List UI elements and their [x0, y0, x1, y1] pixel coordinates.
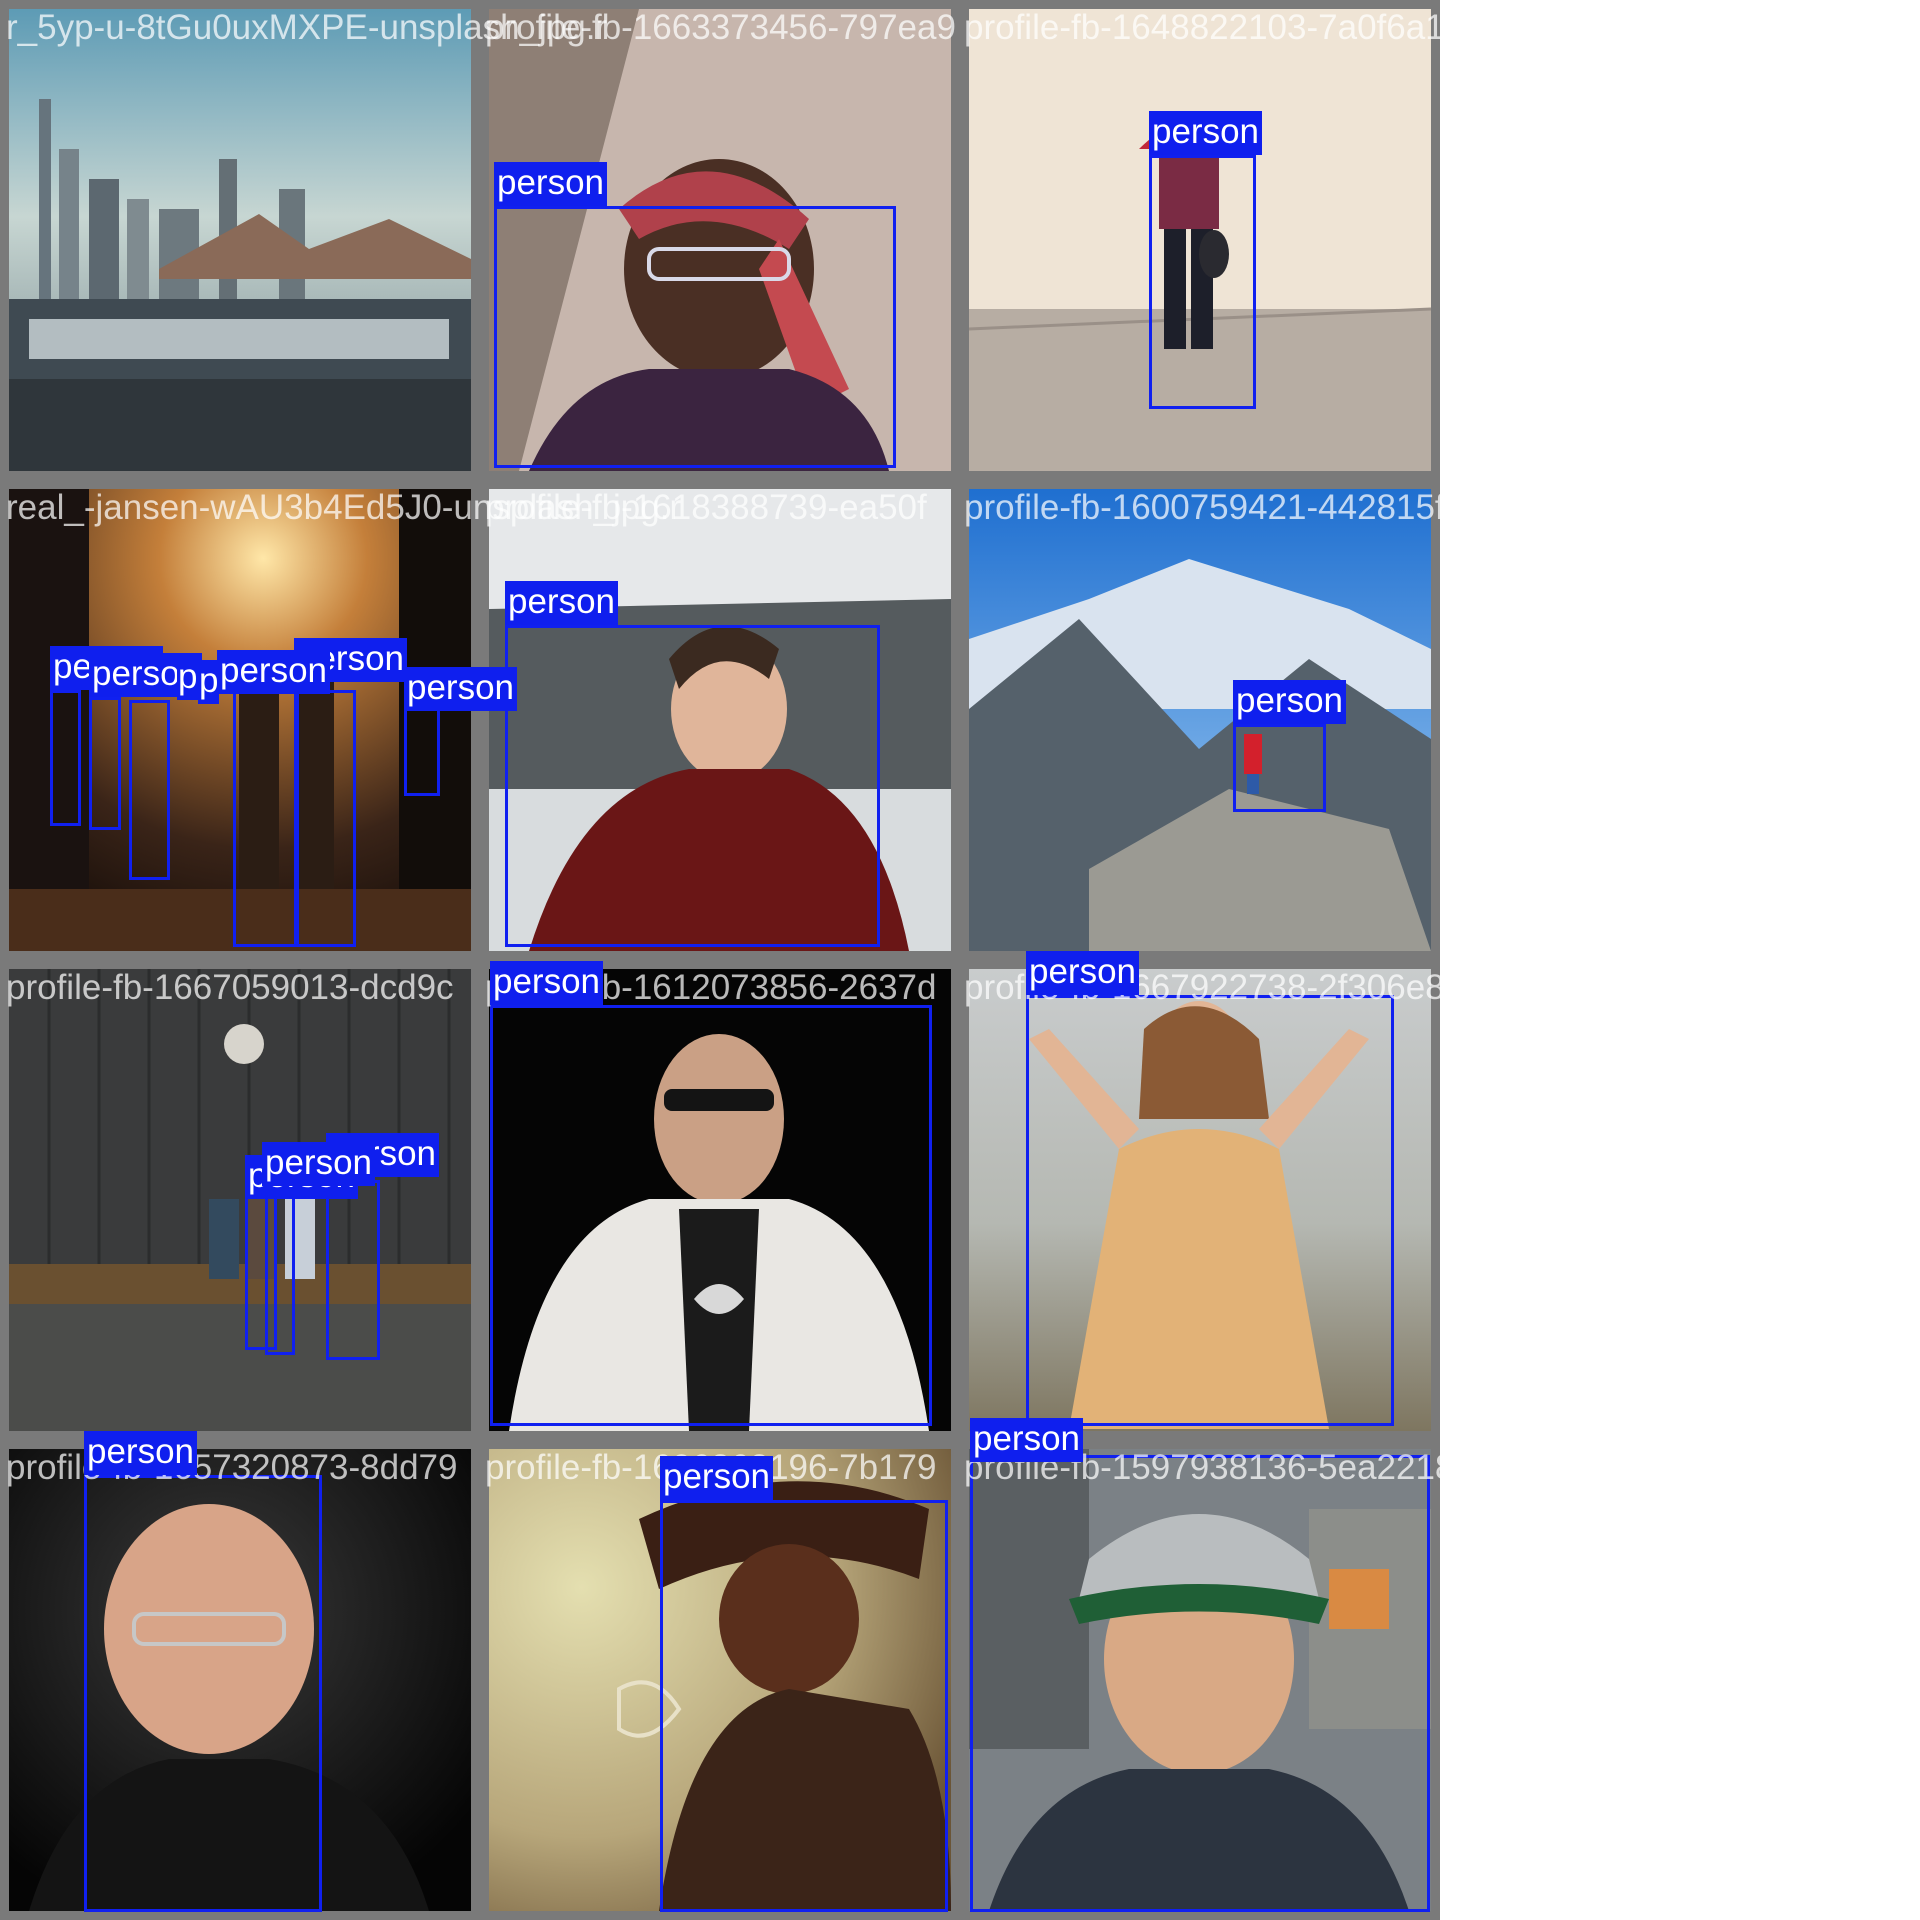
- tile-photo: [489, 1449, 951, 1911]
- tile-photo: [489, 969, 951, 1431]
- detection-label: person: [1233, 680, 1347, 724]
- mosaic-tile: [480, 480, 960, 960]
- mosaic-tile: [480, 960, 960, 1440]
- mosaic-tile: [480, 0, 960, 480]
- tile-photo: [489, 9, 951, 471]
- mosaic-tile: [960, 480, 1440, 960]
- detection-label: person: [84, 1431, 198, 1475]
- tile-photo: [969, 1449, 1431, 1911]
- tile-photo: [9, 9, 471, 471]
- detection-label: person: [1026, 951, 1140, 995]
- tile-photo: [969, 969, 1431, 1431]
- detection-mosaic: r_5yp-u-8tGu0uxMXPE-unsplash_jpg.r profi…: [0, 0, 1920, 1920]
- detection-label: person: [262, 1142, 376, 1186]
- tile-photo: [9, 969, 471, 1431]
- detection-label: person: [217, 650, 331, 694]
- mosaic-tile: [960, 0, 1440, 480]
- detection-label: p: [177, 656, 199, 700]
- detection-label: person: [1149, 111, 1263, 155]
- detection-label: person: [505, 581, 619, 625]
- tile-photo: [969, 9, 1431, 471]
- mosaic-tile: [0, 480, 480, 960]
- tile-photo: [9, 489, 471, 951]
- mosaic-tile: [0, 0, 480, 480]
- detection-label: person: [660, 1456, 774, 1500]
- detection-label: person: [490, 961, 604, 1005]
- detection-label: person: [404, 667, 518, 711]
- mosaic-tile: [960, 1440, 1440, 1920]
- detection-label: person: [970, 1418, 1084, 1462]
- mosaic-tile: [480, 1440, 960, 1920]
- tile-photo: [489, 489, 951, 951]
- mosaic-tile: [0, 960, 480, 1440]
- tile-photo: [969, 489, 1431, 951]
- mosaic-tile: [0, 1440, 480, 1920]
- detection-label: person: [494, 162, 608, 206]
- tile-photo: [9, 1449, 471, 1911]
- mosaic-tile: [960, 960, 1440, 1440]
